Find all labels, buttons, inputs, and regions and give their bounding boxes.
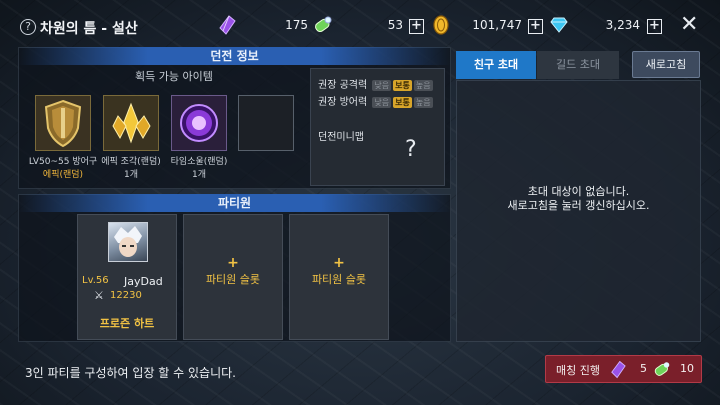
match-button[interactable]: 매칭 진행 5 10 <box>545 355 702 383</box>
member-power: 12230 <box>110 290 142 301</box>
add-potion-button[interactable]: + <box>409 19 424 34</box>
tab-guild-invite[interactable]: 길드 초대 <box>537 51 619 79</box>
refresh-button[interactable]: 새로고침 <box>632 51 700 78</box>
dungeon-info-header: 던전 정보 <box>18 47 451 65</box>
shield-icon <box>44 99 82 148</box>
add-diamond-button[interactable]: + <box>647 19 662 34</box>
green-potion-icon <box>654 362 670 376</box>
avatar <box>108 222 148 262</box>
party-slot-label: 파티원 슬롯 <box>311 273 367 286</box>
items-subhead: 획득 가능 아이템 <box>135 70 213 83</box>
party-member-card[interactable]: Lv.56 JayDad ⚔ 12230 프로즌 하트 <box>77 214 177 340</box>
gold-shard-icon <box>112 102 151 144</box>
member-level: Lv.56 <box>82 275 109 286</box>
party-slot-label: 파티원 슬롯 <box>205 273 261 286</box>
green-potion-icon <box>315 16 332 33</box>
blue-diamond-icon <box>550 17 568 33</box>
item-slot-time-soul[interactable] <box>171 95 227 151</box>
recommend-defense: 권장 방어력 낮음 보통 높음 <box>318 97 433 108</box>
party-header: 파티원 <box>18 194 451 212</box>
swords-icon: ⚔ <box>94 289 104 302</box>
page-title: 차원의 틈 - 설산 <box>40 21 138 37</box>
potion-count: 53 <box>387 18 403 32</box>
party-slot-plus-icon: + <box>333 255 345 271</box>
help-icon[interactable]: ? <box>20 19 36 35</box>
footer-message: 3인 파티를 구성하여 입장 할 수 있습니다. <box>25 366 236 380</box>
party-slot-2[interactable]: + 파티원 슬롯 <box>289 214 389 340</box>
time-soul-icon <box>180 104 218 142</box>
party-slot-plus-icon: + <box>227 255 239 271</box>
purple-crystal-icon <box>219 15 236 35</box>
item-slot-armor[interactable] <box>35 95 91 151</box>
gold-coin-icon <box>433 15 449 35</box>
top-bar: ? 차원의 틈 - 설산 175 53 + 101,747 + 3,234 + … <box>0 0 720 46</box>
gold-count: 101,747 <box>472 18 522 32</box>
add-gold-button[interactable]: + <box>528 19 543 34</box>
close-icon[interactable]: ✕ <box>680 14 698 36</box>
diamond-count: 3,234 <box>605 18 640 32</box>
crystal-count: 175 <box>285 18 308 32</box>
match-label: 매칭 진행 <box>556 364 600 377</box>
invite-empty-line2: 새로고침을 눌러 갱신하십시오. <box>507 199 650 212</box>
item-slot-shard[interactable] <box>103 95 159 151</box>
purple-crystal-icon <box>611 360 626 379</box>
item-caption-shard: 에픽 조각(랜덤) 1개 <box>101 157 161 180</box>
member-name: JayDad <box>124 275 163 288</box>
recommend-attack: 권장 공격력 낮음 보통 높음 <box>318 80 433 91</box>
minimap-label: 던전미니맵 <box>318 132 364 143</box>
item-caption-time-soul: 타임소울(랜덤) 1개 <box>170 157 228 180</box>
item-slot-empty <box>238 95 294 151</box>
item-caption-armor: LV50~55 방어구 에픽(랜덤) <box>28 157 98 180</box>
match-cost-crystal: 5 <box>640 362 647 375</box>
party-slot-1[interactable]: + 파티원 슬롯 <box>183 214 283 340</box>
member-class: 프로즌 하트 <box>99 317 155 330</box>
tab-friend-invite[interactable]: 친구 초대 <box>456 51 536 79</box>
match-cost-potion: 10 <box>680 362 694 375</box>
minimap-placeholder: ? <box>405 137 417 162</box>
